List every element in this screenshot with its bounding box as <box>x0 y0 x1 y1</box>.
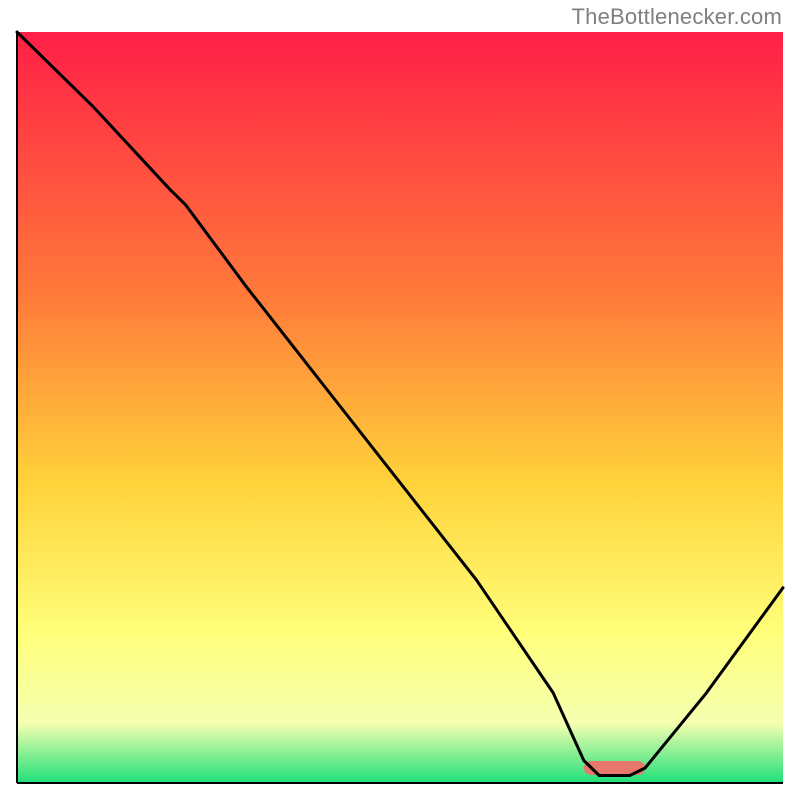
attribution-text: TheBottlenecker.com <box>572 4 782 30</box>
bottleneck-chart <box>15 30 785 785</box>
gradient-background <box>17 32 783 783</box>
chart-canvas <box>15 30 785 785</box>
